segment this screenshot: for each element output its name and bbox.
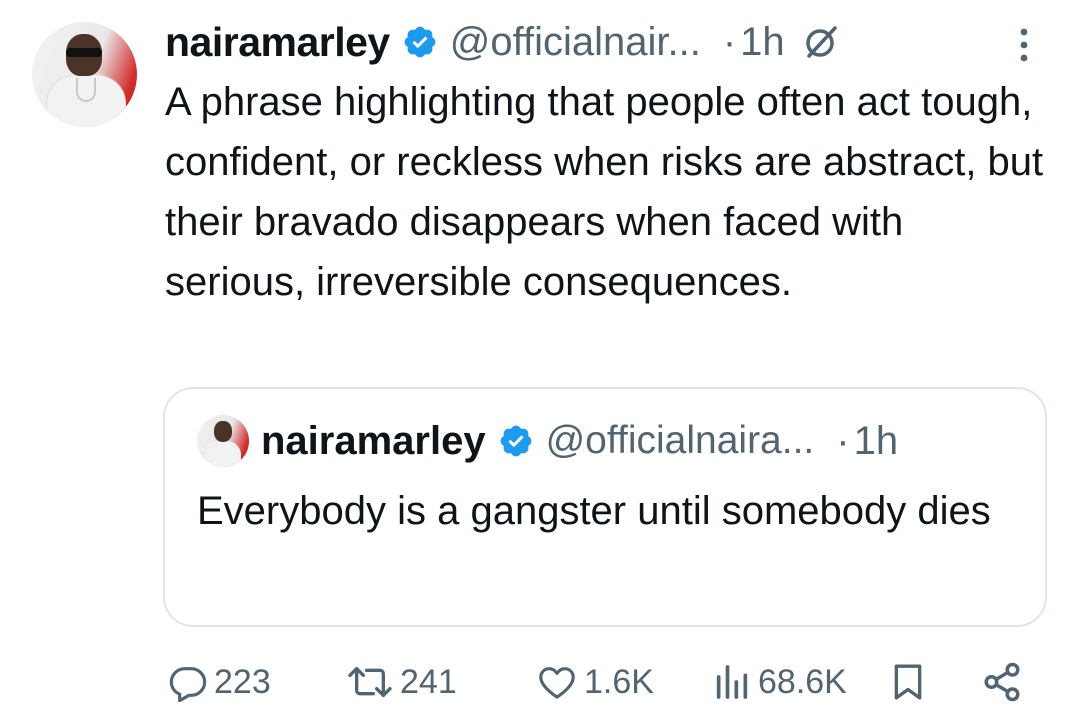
like-button[interactable]: 1.6K	[536, 652, 654, 712]
author-name[interactable]: nairamarley	[165, 19, 390, 66]
bookmark-icon	[894, 664, 922, 700]
grok-icon[interactable]	[801, 22, 841, 62]
tweet-text: A phrase highlighting that people often …	[165, 80, 1044, 304]
quoted-author-handle: @officialnaira...	[545, 419, 815, 462]
reply-count: 223	[214, 662, 271, 701]
views-icon	[716, 665, 748, 699]
quoted-tweet-card[interactable]: nairamarley @officialnaira... · 1h Every…	[163, 387, 1047, 627]
more-options-icon[interactable]	[1012, 22, 1036, 70]
quoted-tweet-timestamp: 1h	[853, 418, 899, 463]
share-icon	[984, 662, 1020, 702]
tweet-header: nairamarley @officialnair... · 1h	[165, 12, 841, 72]
repost-button[interactable]: 241	[346, 652, 457, 712]
tweet-timestamp[interactable]: 1h	[740, 20, 785, 65]
repost-icon	[348, 667, 392, 697]
views-button[interactable]: 68.6K	[712, 652, 847, 712]
separator-dot: ·	[722, 19, 737, 64]
bookmark-button[interactable]	[888, 652, 928, 712]
like-icon	[539, 667, 575, 699]
author-handle[interactable]: @officialnair...	[450, 20, 701, 65]
like-count: 1.6K	[584, 662, 654, 701]
repost-count: 241	[400, 662, 457, 701]
views-count: 68.6K	[758, 662, 847, 701]
quoted-author-name: nairamarley	[261, 418, 486, 463]
share-button[interactable]	[980, 652, 1024, 712]
separator-dot: ·	[836, 418, 850, 463]
author-avatar[interactable]	[32, 22, 137, 127]
verified-badge-icon	[500, 425, 531, 457]
reply-icon	[169, 667, 207, 702]
action-bar: 223 241 1.6K 68.6K	[0, 652, 1080, 712]
reply-button[interactable]: 223	[168, 652, 271, 712]
verified-badge-icon	[404, 26, 436, 58]
quoted-tweet-header: nairamarley @officialnaira... · 1h	[261, 411, 898, 471]
quoted-author-avatar[interactable]	[197, 415, 249, 467]
quoted-tweet-text: Everybody is a gangster until somebody d…	[197, 489, 991, 533]
